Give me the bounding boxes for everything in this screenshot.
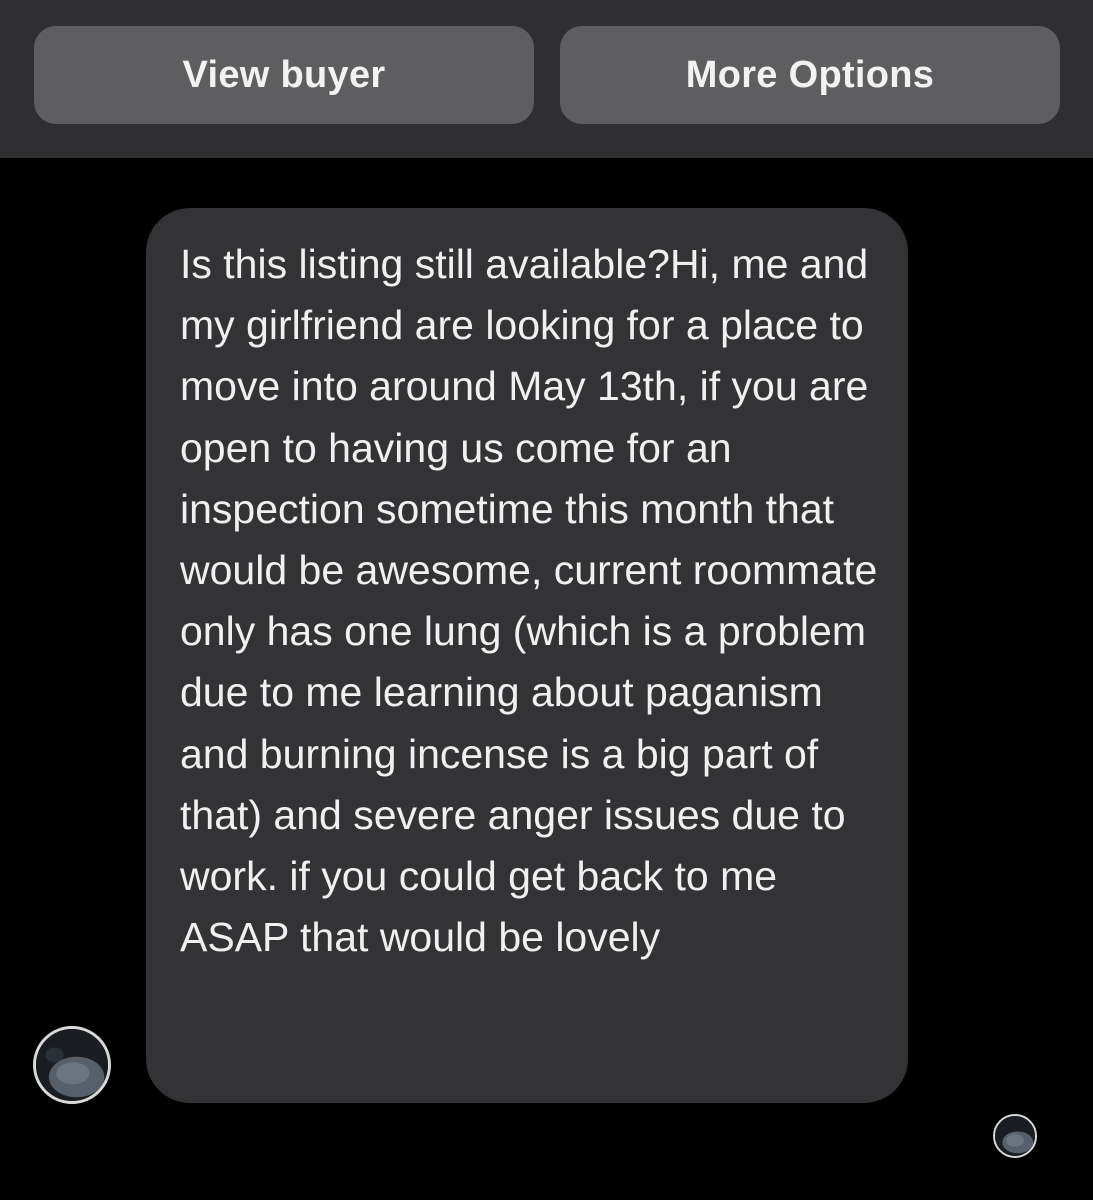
message-text: Is this listing still available?Hi, me a… bbox=[180, 241, 889, 961]
view-buyer-button[interactable]: View buyer bbox=[34, 26, 534, 124]
read-receipt-avatar-icon bbox=[993, 1114, 1037, 1158]
incoming-message-bubble[interactable]: Is this listing still available?Hi, me a… bbox=[146, 208, 908, 1103]
sender-avatar-icon[interactable] bbox=[33, 1026, 111, 1104]
top-action-bar: View buyer More Options bbox=[0, 0, 1093, 158]
more-options-button[interactable]: More Options bbox=[560, 26, 1060, 124]
